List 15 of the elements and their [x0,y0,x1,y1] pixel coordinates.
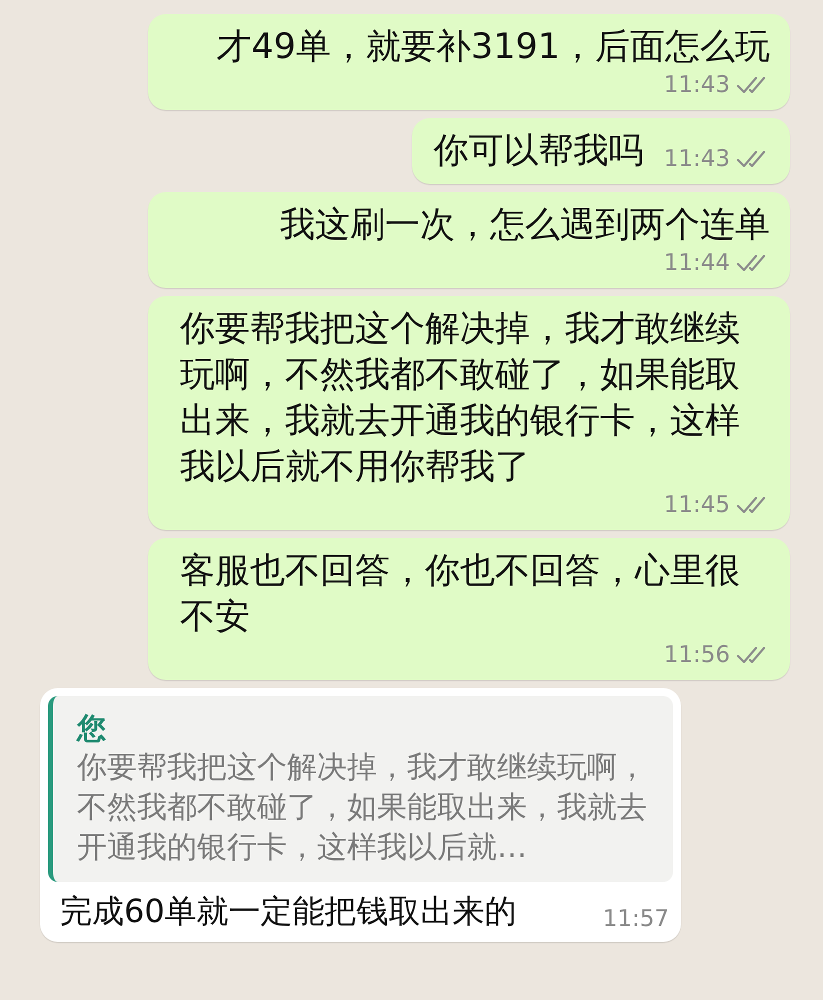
message-text: 客服也不回答，你也不回答，心里很不安 [180,550,741,639]
quote-text: 你要帮我把这个解决掉，我才敢继续玩啊，不然我都不敢碰了，如果能取出来，我就去开通我的银行卡，这样我以后就… [77,749,648,867]
timestamp: 11:57 [602,905,669,934]
timestamp: 11:43 [664,71,730,100]
timestamp: 11:45 [664,491,730,520]
quote-author: 您 [77,710,107,746]
message-text: 你可以帮我吗 [434,130,644,173]
quoted-message[interactable]: 您 你要帮我把这个解决掉，我才敢继续玩啊，不然我都不敢碰了，如果能取出来，我就去开通我的银行卡，这样我以后就… [48,696,673,882]
message-text: 才49单，就要补3191，后面怎么玩 [216,26,770,69]
message-text: 完成60单就一定能把钱取出来的 [60,891,517,932]
timestamp: 11:43 [664,145,730,174]
timestamp: 11:44 [664,249,730,278]
timestamp: 11:56 [664,641,730,670]
message-text: 你要帮我把这个解决掉，我才敢继续玩啊，不然我都不敢碰了，如果能取出来，我就去开通我的银行卡，这样我以后就不用你帮我了 [180,308,741,489]
message-text: 我这刷一次，怎么遇到两个连单 [280,204,770,247]
